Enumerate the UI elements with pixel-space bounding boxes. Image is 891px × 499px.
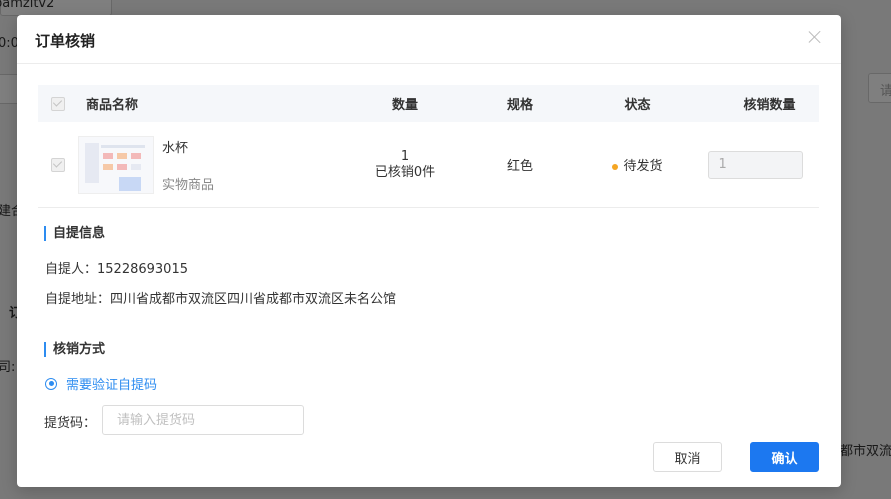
header-spec: 规格 — [506, 98, 533, 113]
dialog-title: 订单核销 — [35, 32, 96, 50]
status-dot-icon — [612, 163, 619, 170]
pickup-address-value: 四川省成都市双流区四川省成都市双流区未名公馆 — [110, 292, 397, 307]
product-cell: 水杯 实物商品 — [78, 135, 325, 194]
product-type: 实物商品 — [162, 177, 215, 193]
close-icon[interactable] — [805, 27, 825, 47]
product-table: 商品名称 数量 规格 状态 核销数量 水杯 实物商品 1 已核销0件 红色 待发… — [38, 85, 819, 208]
spec-value: 红色 — [506, 159, 533, 174]
product-name: 水杯 — [162, 140, 189, 156]
cancel-button[interactable]: 取消 — [653, 442, 722, 472]
pickup-person: 自提人：15228693015 — [45, 258, 188, 277]
status-text: 待发货 — [623, 159, 663, 174]
table-header: 商品名称 数量 规格 状态 核销数量 — [38, 85, 819, 122]
radio-selected-icon — [45, 377, 57, 390]
pickup-info-title: 自提信息 — [44, 226, 105, 241]
pickup-address: 自提地址：四川省成都市双流区四川省成都市双流区未名公馆 — [45, 288, 396, 307]
header-status: 状态 — [624, 98, 651, 113]
pickup-person-value: 15228693015 — [97, 262, 188, 277]
row-checkbox[interactable] — [51, 157, 65, 172]
pickup-code-input[interactable] — [102, 405, 304, 435]
pickup-code-label: 提货码： — [44, 416, 97, 431]
table-row: 水杯 实物商品 1 已核销0件 红色 待发货 — [38, 122, 819, 208]
order-verify-dialog: 订单核销 商品名称 数量 规格 状态 核销数量 水杯 实物商品 1 已核销0件 … — [17, 15, 841, 487]
verify-method-title: 核销方式 — [44, 342, 105, 357]
header-name: 商品名称 — [86, 98, 139, 113]
status-badge: 待发货 — [555, 155, 720, 174]
quantity-value: 1 — [400, 148, 410, 164]
header-quantity: 数量 — [391, 98, 418, 113]
dialog-header: 订单核销 — [17, 15, 841, 64]
verified-count: 已核销0件 — [374, 164, 436, 180]
quantity-cell: 1 已核销0件 — [325, 149, 485, 181]
product-thumbnail — [78, 135, 154, 194]
header-verify-qty: 核销数量 — [743, 98, 796, 113]
verify-code-radio[interactable]: 需要验证自提码 — [45, 374, 157, 393]
select-all-checkbox[interactable] — [51, 96, 65, 111]
pickup-person-label: 自提人： — [45, 262, 98, 277]
verify-code-option-label: 需要验证自提码 — [66, 378, 158, 393]
verify-quantity-input[interactable] — [707, 150, 803, 179]
confirm-button[interactable]: 确认 — [750, 442, 819, 472]
pickup-address-label: 自提地址： — [45, 292, 111, 307]
